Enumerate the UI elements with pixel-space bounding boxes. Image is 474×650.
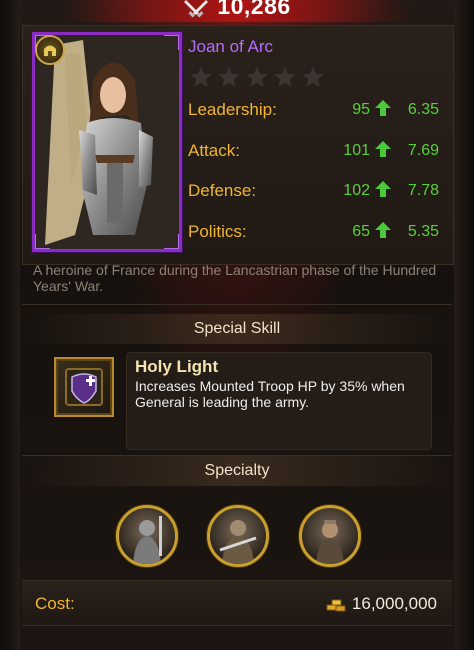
stat-label-defense: Defense: — [188, 181, 257, 200]
stat-value-politics: 65 — [352, 223, 370, 240]
star-empty-icon — [188, 64, 214, 90]
frame-corner — [164, 35, 179, 50]
cost-label: Cost: — [35, 594, 75, 613]
specialty-title: Specialty — [204, 462, 270, 479]
gold-icon — [326, 599, 346, 612]
stat-label-politics: Politics: — [188, 222, 247, 241]
stat-value-attack: 101 — [343, 142, 370, 159]
knight-portrait-icon[interactable] — [116, 505, 178, 567]
cost-value: 16,000,000 — [351, 594, 437, 613]
general-portrait[interactable] — [32, 32, 182, 252]
special-skill-title: Special Skill — [193, 320, 281, 337]
power-value: 10,286 — [217, 0, 291, 19]
star-empty-icon — [300, 64, 326, 90]
general-description: A heroine of France during the Lancastri… — [33, 262, 437, 294]
soldier-portrait-icon[interactable] — [207, 505, 269, 567]
frame-corner — [35, 234, 50, 249]
stat-label-attack: Attack: — [188, 141, 240, 160]
skill-name: Holy Light — [135, 357, 219, 376]
power-display: 10,286 — [0, 0, 474, 22]
stat-value-defense: 102 — [343, 182, 370, 199]
stat-value-leadership: 95 — [352, 101, 370, 118]
star-empty-icon — [244, 64, 270, 90]
stat-growth-leadership: 6.35 — [407, 101, 439, 118]
crossed-swords-icon — [184, 0, 209, 18]
frame-corner — [164, 234, 179, 249]
cost-display: 16,000,000 — [326, 594, 437, 614]
stat-label-leadership: Leadership: — [188, 100, 277, 119]
divider — [22, 304, 452, 305]
general-name: Joan of Arc — [188, 37, 274, 56]
star-rating — [188, 64, 326, 90]
stat-growth-attack: 7.69 — [407, 142, 439, 159]
shield-cross-icon[interactable] — [54, 357, 114, 417]
general-portrait-art — [35, 35, 179, 249]
skill-description: Increases Mounted Troop HP by 35% when G… — [135, 378, 405, 410]
stat-growth-politics: 5.35 — [407, 223, 439, 240]
helmet-badge-icon — [35, 35, 65, 65]
guard-portrait-icon[interactable] — [299, 505, 361, 567]
star-empty-icon — [216, 64, 242, 90]
stat-growth-defense: 7.78 — [407, 182, 439, 199]
star-empty-icon — [272, 64, 298, 90]
